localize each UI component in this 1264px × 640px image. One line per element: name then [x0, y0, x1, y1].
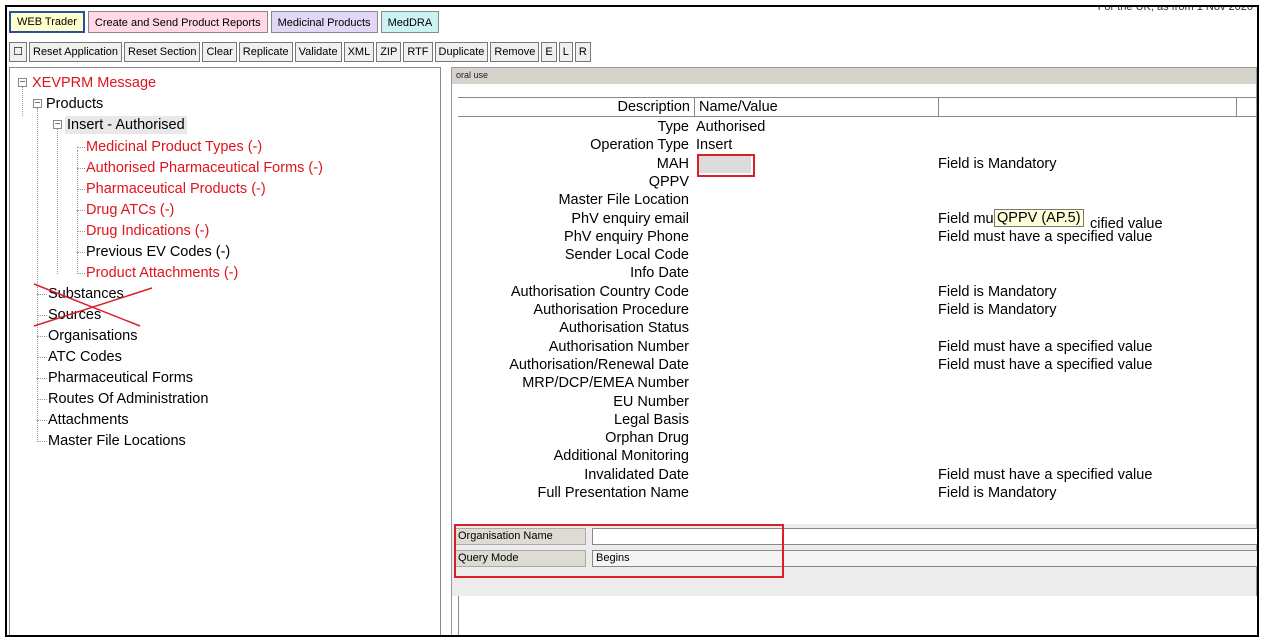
- row-label: Authorisation Status: [559, 320, 689, 336]
- detail-panel: oral use Description Name/Value Type Auth…: [451, 67, 1257, 635]
- row-label: Authorisation Number: [548, 339, 689, 355]
- tree-section-atc-codes[interactable]: ATC Codes: [48, 348, 122, 366]
- tree-item-previous-ev-codes[interactable]: Previous EV Codes (-): [86, 243, 230, 261]
- collapse-toggle-icon[interactable]: −: [18, 78, 27, 88]
- tab-meddra[interactable]: MedDRA: [380, 11, 440, 33]
- xml-button[interactable]: XML: [343, 42, 375, 62]
- row-message: Field must have a specified value: [938, 339, 1153, 355]
- tree-item-pharmaceutical-products[interactable]: Pharmaceutical Products (-): [86, 180, 266, 198]
- row-label: Authorisation Country Code: [510, 284, 689, 300]
- row-label: Authorisation Procedure: [533, 302, 689, 318]
- tree-section-master-file-locations[interactable]: Master File Locations: [48, 432, 186, 450]
- column-header-extra[interactable]: [1236, 98, 1257, 117]
- tree-guide: [57, 129, 58, 274]
- row-label: Master File Location: [558, 192, 689, 208]
- tab-medicinal-products[interactable]: Medicinal Products: [270, 11, 378, 33]
- tree-item-medicinal-product-types[interactable]: Medicinal Product Types (-): [86, 138, 262, 156]
- toolbar: ☐ Reset Application Reset Section Clear …: [9, 42, 591, 64]
- grid-header: Description Name/Value: [458, 97, 1257, 117]
- row-value[interactable]: Authorised: [696, 119, 765, 135]
- row-label: Orphan Drug: [605, 430, 689, 446]
- row-label: Full Presentation Name: [537, 485, 689, 501]
- row-label: MAH: [656, 156, 689, 172]
- row-label: EU Number: [613, 394, 689, 410]
- row-label: Type: [657, 119, 689, 135]
- row-message: Field must have a specified value: [938, 467, 1153, 483]
- search-form-highlight-box: [454, 524, 784, 578]
- column-header-message[interactable]: [938, 98, 1237, 117]
- row-message-tail: cified value: [1090, 216, 1163, 232]
- row-label: Sender Local Code: [564, 247, 689, 263]
- top-right-note: For the UK, as from 1 Nov 2020: [1097, 5, 1253, 13]
- tree-item-authorised-pharmaceutical-forms[interactable]: Authorised Pharmaceutical Forms (-): [86, 159, 323, 177]
- row-value[interactable]: Insert: [696, 137, 732, 153]
- tree-item-drug-indications[interactable]: Drug Indications (-): [86, 222, 209, 240]
- navigation-tree: − XEVPRM Message − Products − Insert - A…: [9, 67, 441, 635]
- row-label: Authorisation/Renewal Date: [509, 357, 689, 373]
- cross-out-mark-icon: [33, 283, 153, 327]
- top-tabs: WEB Trader Create and Send Product Repor…: [9, 11, 440, 37]
- tab-web-trader[interactable]: WEB Trader: [9, 11, 85, 33]
- l-button[interactable]: L: [558, 42, 573, 62]
- duplicate-button[interactable]: Duplicate: [434, 42, 489, 62]
- tree-section-routes-of-administration[interactable]: Routes Of Administration: [48, 390, 208, 408]
- mah-highlight-box: [697, 154, 755, 177]
- tree-guide: [37, 108, 38, 440]
- row-message: Field must have a specified value: [938, 357, 1153, 373]
- tree-section-pharmaceutical-forms[interactable]: Pharmaceutical Forms: [48, 369, 193, 387]
- row-label: PhV enquiry email: [571, 211, 689, 227]
- tree-root-xevprm-message[interactable]: XEVPRM Message: [32, 74, 156, 92]
- collapse-toggle-icon[interactable]: −: [53, 120, 62, 130]
- tree-section-attachments[interactable]: Attachments: [48, 411, 129, 429]
- column-header-description[interactable]: Description: [458, 98, 694, 117]
- route-title-bar: oral use: [452, 68, 1256, 84]
- qppv-tooltip: QPPV (AP.5): [994, 209, 1084, 227]
- reset-application-button[interactable]: Reset Application: [29, 42, 122, 62]
- replicate-button[interactable]: Replicate: [238, 42, 293, 62]
- row-message: Field is Mandatory: [938, 485, 1057, 501]
- row-label: Invalidated Date: [584, 467, 689, 483]
- e-button[interactable]: E: [541, 42, 557, 62]
- new-document-button[interactable]: ☐: [9, 42, 27, 62]
- tree-item-drug-atcs[interactable]: Drug ATCs (-): [86, 201, 174, 219]
- row-label: QPPV: [648, 174, 689, 190]
- row-label: Info Date: [630, 265, 689, 281]
- validate-button[interactable]: Validate: [294, 42, 342, 62]
- results-pane: [458, 596, 1257, 635]
- row-label: Legal Basis: [614, 412, 689, 428]
- row-label: Operation Type: [590, 137, 689, 153]
- row-message: Field mu: [938, 211, 994, 227]
- remove-button[interactable]: Remove: [490, 42, 540, 62]
- reset-section-button[interactable]: Reset Section: [124, 42, 201, 62]
- row-message: Field is Mandatory: [938, 302, 1057, 318]
- row-label: Additional Monitoring: [553, 448, 689, 464]
- application-frame: For the UK, as from 1 Nov 2020 WEB Trade…: [5, 5, 1259, 637]
- column-header-name-value[interactable]: Name/Value: [694, 98, 938, 117]
- zip-button[interactable]: ZIP: [376, 42, 402, 62]
- row-label: MRP/DCP/EMEA Number: [522, 375, 689, 391]
- tree-guide: [22, 86, 23, 116]
- tree-node-insert-authorised[interactable]: Insert - Authorised: [65, 116, 187, 134]
- row-message: Field is Mandatory: [938, 156, 1057, 172]
- clear-button[interactable]: Clear: [202, 42, 237, 62]
- r-button[interactable]: R: [574, 42, 591, 62]
- tree-node-products[interactable]: Products: [46, 95, 103, 113]
- row-message: Field is Mandatory: [938, 284, 1057, 300]
- tab-create-send-product-reports[interactable]: Create and Send Product Reports: [87, 11, 268, 33]
- collapse-toggle-icon[interactable]: −: [33, 99, 42, 109]
- row-label: PhV enquiry Phone: [564, 229, 689, 245]
- rtf-button[interactable]: RTF: [403, 42, 433, 62]
